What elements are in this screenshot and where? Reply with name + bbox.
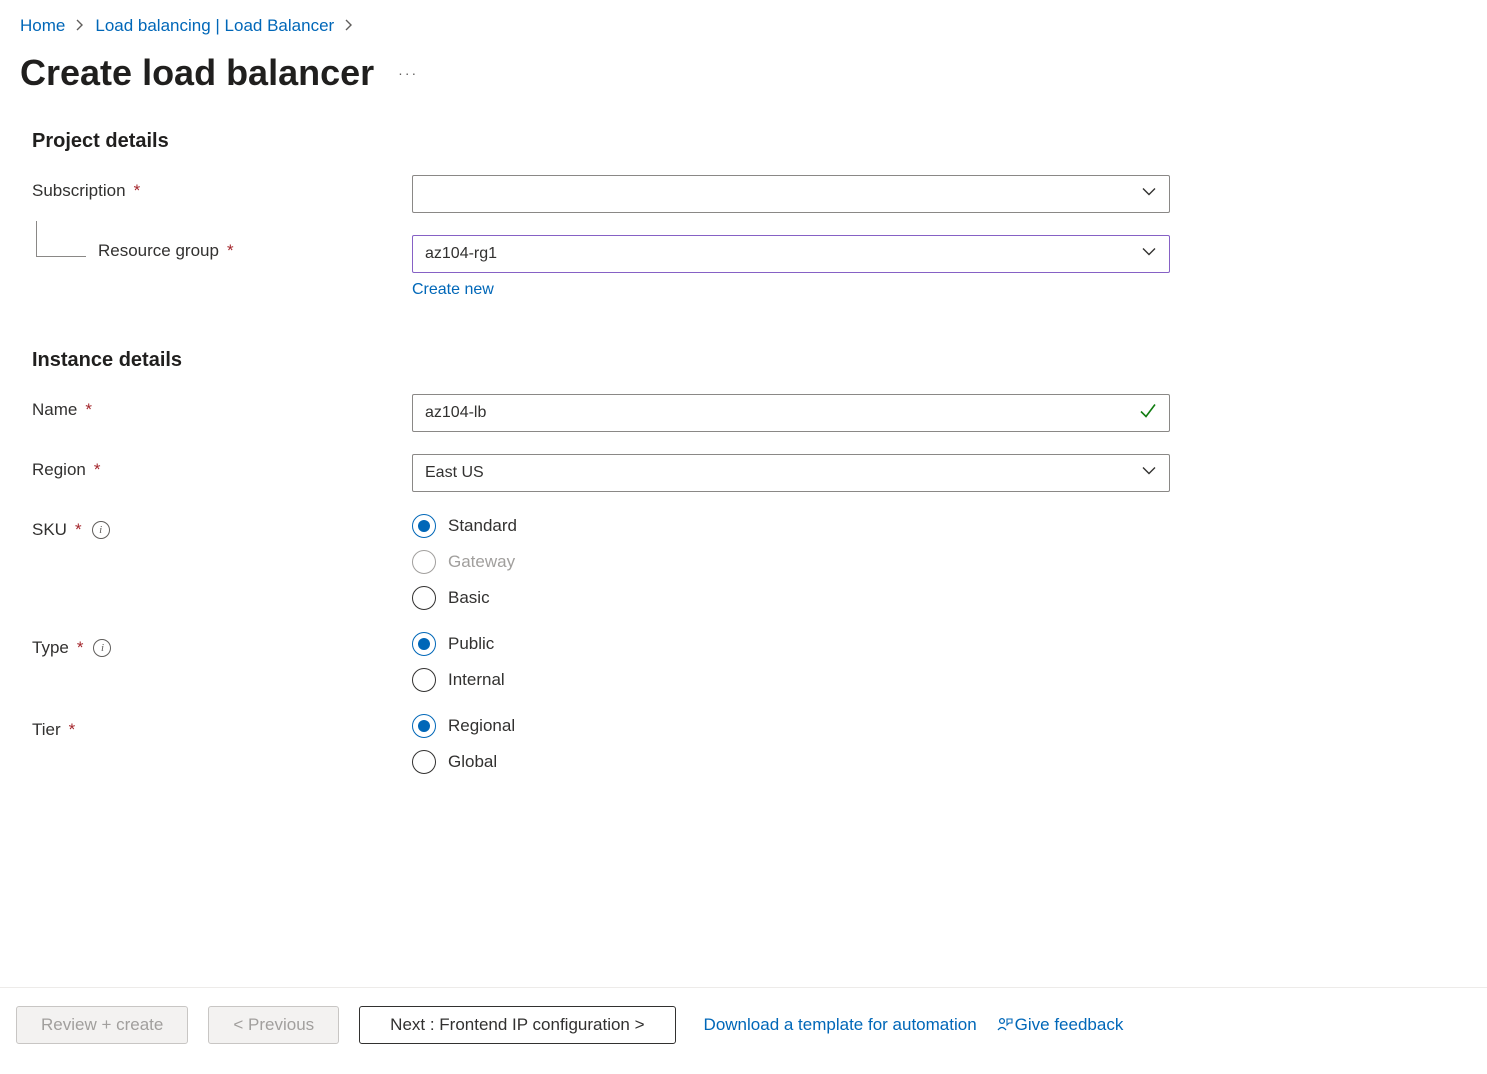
resource-group-label: Resource group (98, 241, 219, 261)
required-asterisk: * (227, 241, 234, 261)
radio-unchecked-icon (412, 586, 436, 610)
subscription-select[interactable] (412, 175, 1170, 213)
subscription-label: Subscription (32, 181, 126, 201)
page-title: Create load balancer (20, 52, 374, 94)
type-radio-group: Public Internal (412, 632, 1170, 692)
person-feedback-icon (997, 1016, 1013, 1035)
sku-option-basic-label: Basic (448, 588, 490, 608)
required-asterisk: * (134, 181, 141, 201)
sku-option-gateway-label: Gateway (448, 552, 515, 572)
resource-group-select[interactable]: az104-rg1 (412, 235, 1170, 273)
checkmark-icon (1139, 402, 1157, 425)
sku-option-standard[interactable]: Standard (412, 514, 1170, 538)
give-feedback-link[interactable]: Give feedback (997, 1015, 1124, 1035)
radio-checked-icon (412, 632, 436, 656)
radio-disabled-icon (412, 550, 436, 574)
info-icon[interactable]: i (92, 521, 110, 539)
tier-label: Tier (32, 720, 61, 740)
tier-option-regional-label: Regional (448, 716, 515, 736)
region-value: East US (425, 464, 484, 482)
sku-option-standard-label: Standard (448, 516, 517, 536)
chevron-right-icon (75, 18, 85, 34)
required-asterisk: * (69, 720, 76, 740)
type-label: Type (32, 638, 69, 658)
required-asterisk: * (77, 638, 84, 658)
create-new-link[interactable]: Create new (412, 281, 494, 299)
sku-option-gateway: Gateway (412, 550, 1170, 574)
more-actions-button[interactable]: ··· (398, 65, 418, 81)
info-icon[interactable]: i (93, 639, 111, 657)
type-option-public-label: Public (448, 634, 494, 654)
tier-option-global[interactable]: Global (412, 750, 1170, 774)
radio-checked-icon (412, 714, 436, 738)
required-asterisk: * (85, 400, 92, 420)
name-label: Name (32, 400, 77, 420)
next-button[interactable]: Next : Frontend IP configuration > (359, 1006, 675, 1044)
breadcrumb-load-balancing[interactable]: Load balancing | Load Balancer (95, 16, 334, 36)
give-feedback-label: Give feedback (1015, 1015, 1124, 1035)
name-value: az104-lb (425, 404, 486, 422)
section-project-details: Project details (32, 130, 1170, 153)
type-option-internal-label: Internal (448, 670, 505, 690)
tree-connector-line (36, 221, 86, 257)
sku-option-basic[interactable]: Basic (412, 586, 1170, 610)
region-label: Region (32, 460, 86, 480)
resource-group-value: az104-rg1 (425, 245, 497, 263)
tier-radio-group: Regional Global (412, 714, 1170, 774)
breadcrumb-home[interactable]: Home (20, 16, 65, 36)
radio-checked-icon (412, 514, 436, 538)
chevron-right-icon (344, 18, 354, 34)
sku-label: SKU (32, 520, 67, 540)
type-option-internal[interactable]: Internal (412, 668, 1170, 692)
previous-button[interactable]: < Previous (208, 1006, 339, 1044)
review-create-button[interactable]: Review + create (16, 1006, 188, 1044)
footer-action-bar: Review + create < Previous Next : Fronte… (0, 987, 1487, 1074)
region-select[interactable]: East US (412, 454, 1170, 492)
section-instance-details: Instance details (32, 349, 1170, 372)
chevron-down-icon (1141, 463, 1157, 484)
tier-option-global-label: Global (448, 752, 497, 772)
radio-unchecked-icon (412, 750, 436, 774)
tier-option-regional[interactable]: Regional (412, 714, 1170, 738)
name-input[interactable]: az104-lb (412, 394, 1170, 432)
download-template-link[interactable]: Download a template for automation (704, 1015, 977, 1035)
chevron-down-icon (1141, 184, 1157, 205)
sku-radio-group: Standard Gateway Basic (412, 514, 1170, 610)
radio-unchecked-icon (412, 668, 436, 692)
required-asterisk: * (94, 460, 101, 480)
type-option-public[interactable]: Public (412, 632, 1170, 656)
chevron-down-icon (1141, 244, 1157, 265)
breadcrumb: Home Load balancing | Load Balancer (20, 16, 1467, 36)
required-asterisk: * (75, 520, 82, 540)
